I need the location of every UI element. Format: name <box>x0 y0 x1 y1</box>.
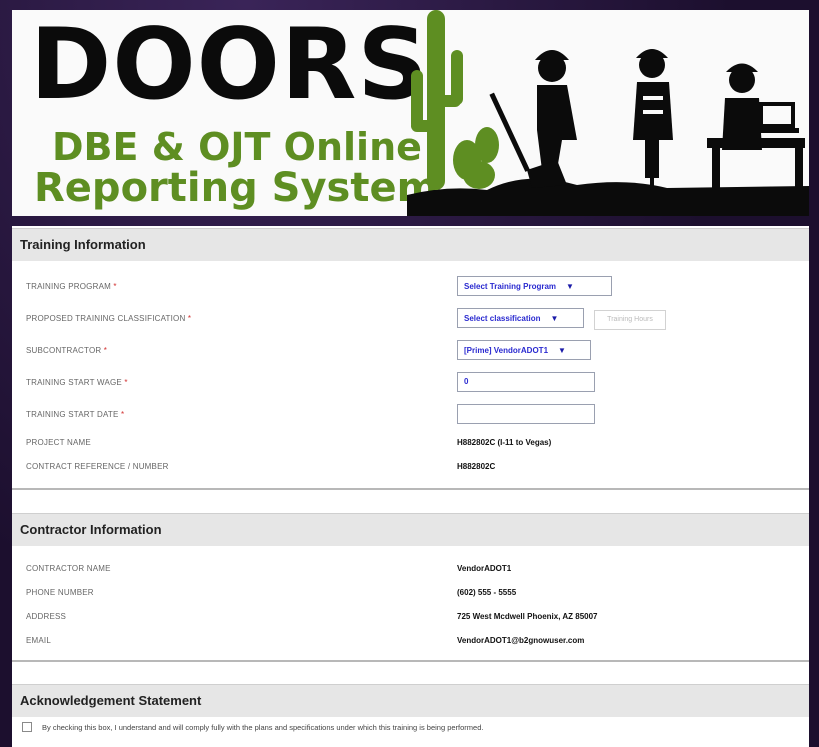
phone-label: PHONE NUMBER <box>26 588 94 597</box>
chevron-down-icon: ▼ <box>550 313 559 323</box>
project-name-value: H882802C (I-11 to Vegas) <box>457 438 552 447</box>
logo-title: DOORS <box>30 10 430 122</box>
start-date-input[interactable] <box>457 404 595 424</box>
contractor-section-header: Contractor Information <box>12 513 809 546</box>
classification-select[interactable]: Select classification ▼ <box>457 308 584 328</box>
required-marker: * <box>113 282 117 291</box>
project-name-label: PROJECT NAME <box>26 438 91 447</box>
subcontractor-select[interactable]: [Prime] VendorADOT1 ▼ <box>457 340 591 360</box>
required-marker: * <box>121 410 125 419</box>
contractor-section-title: Contractor Information <box>20 522 162 537</box>
email-value: VendorADOT1@b2gnowuser.com <box>457 636 585 645</box>
doors-banner: DOORS DBE & OJT Online Reporting System <box>12 10 809 216</box>
section-divider <box>12 488 809 490</box>
chevron-down-icon: ▼ <box>558 345 566 355</box>
acknowledgement-checkbox[interactable] <box>22 722 32 732</box>
worker-shovel-icon <box>489 50 577 188</box>
acknowledgement-section-title: Acknowledgement Statement <box>20 693 202 708</box>
chevron-down-icon: ▼ <box>566 281 574 291</box>
required-marker: * <box>103 346 108 355</box>
subcontractor-label: SUBCONTRACTOR * <box>26 346 108 355</box>
training-program-select[interactable]: Select Training Program ▼ <box>457 276 612 296</box>
address-value: 725 West Mcdwell Phoenix, AZ 85007 <box>457 612 598 621</box>
construction-workers-illustration <box>407 10 809 216</box>
phone-value: (602) 555 - 5555 <box>457 588 517 597</box>
email-label: EMAIL <box>26 636 52 645</box>
acknowledgement-section-header: Acknowledgement Statement <box>12 684 809 717</box>
training-section-title: Training Information <box>20 237 146 252</box>
training-hours-input[interactable]: Training Hours <box>594 310 666 330</box>
section-divider <box>12 660 809 662</box>
start-wage-input[interactable]: 0 <box>457 372 595 392</box>
training-section-header: Training Information <box>12 228 809 261</box>
required-marker: * <box>187 314 192 323</box>
classification-label: PROPOSED TRAINING CLASSIFICATION * <box>26 314 192 323</box>
logo-subtitle-line2: Reporting System <box>34 165 439 211</box>
training-form-panel: Training Information TRAINING PROGRAM * … <box>12 226 809 747</box>
logo-subtitle-line1: DBE & OJT Online <box>52 125 422 169</box>
acknowledgement-row: By checking this box, I understand and w… <box>22 722 483 732</box>
contractor-name-label: CONTRACTOR NAME <box>26 564 111 573</box>
prickly-pear-cactus-icon <box>453 127 499 189</box>
start-date-label: TRAINING START DATE * <box>26 410 125 419</box>
contract-ref-label: CONTRACT REFERENCE / NUMBER <box>26 462 169 471</box>
training-program-label: TRAINING PROGRAM * <box>26 282 117 291</box>
start-wage-label: TRAINING START WAGE * <box>26 378 128 387</box>
worker-jackhammer-icon <box>633 49 673 189</box>
acknowledgement-text: By checking this box, I understand and w… <box>42 722 484 732</box>
required-marker: * <box>124 378 128 387</box>
contractor-name-value: VendorADOT1 <box>457 564 512 573</box>
contract-ref-value: H882802C <box>457 462 496 471</box>
address-label: ADDRESS <box>26 612 67 621</box>
worker-laptop-icon <box>707 63 805 190</box>
